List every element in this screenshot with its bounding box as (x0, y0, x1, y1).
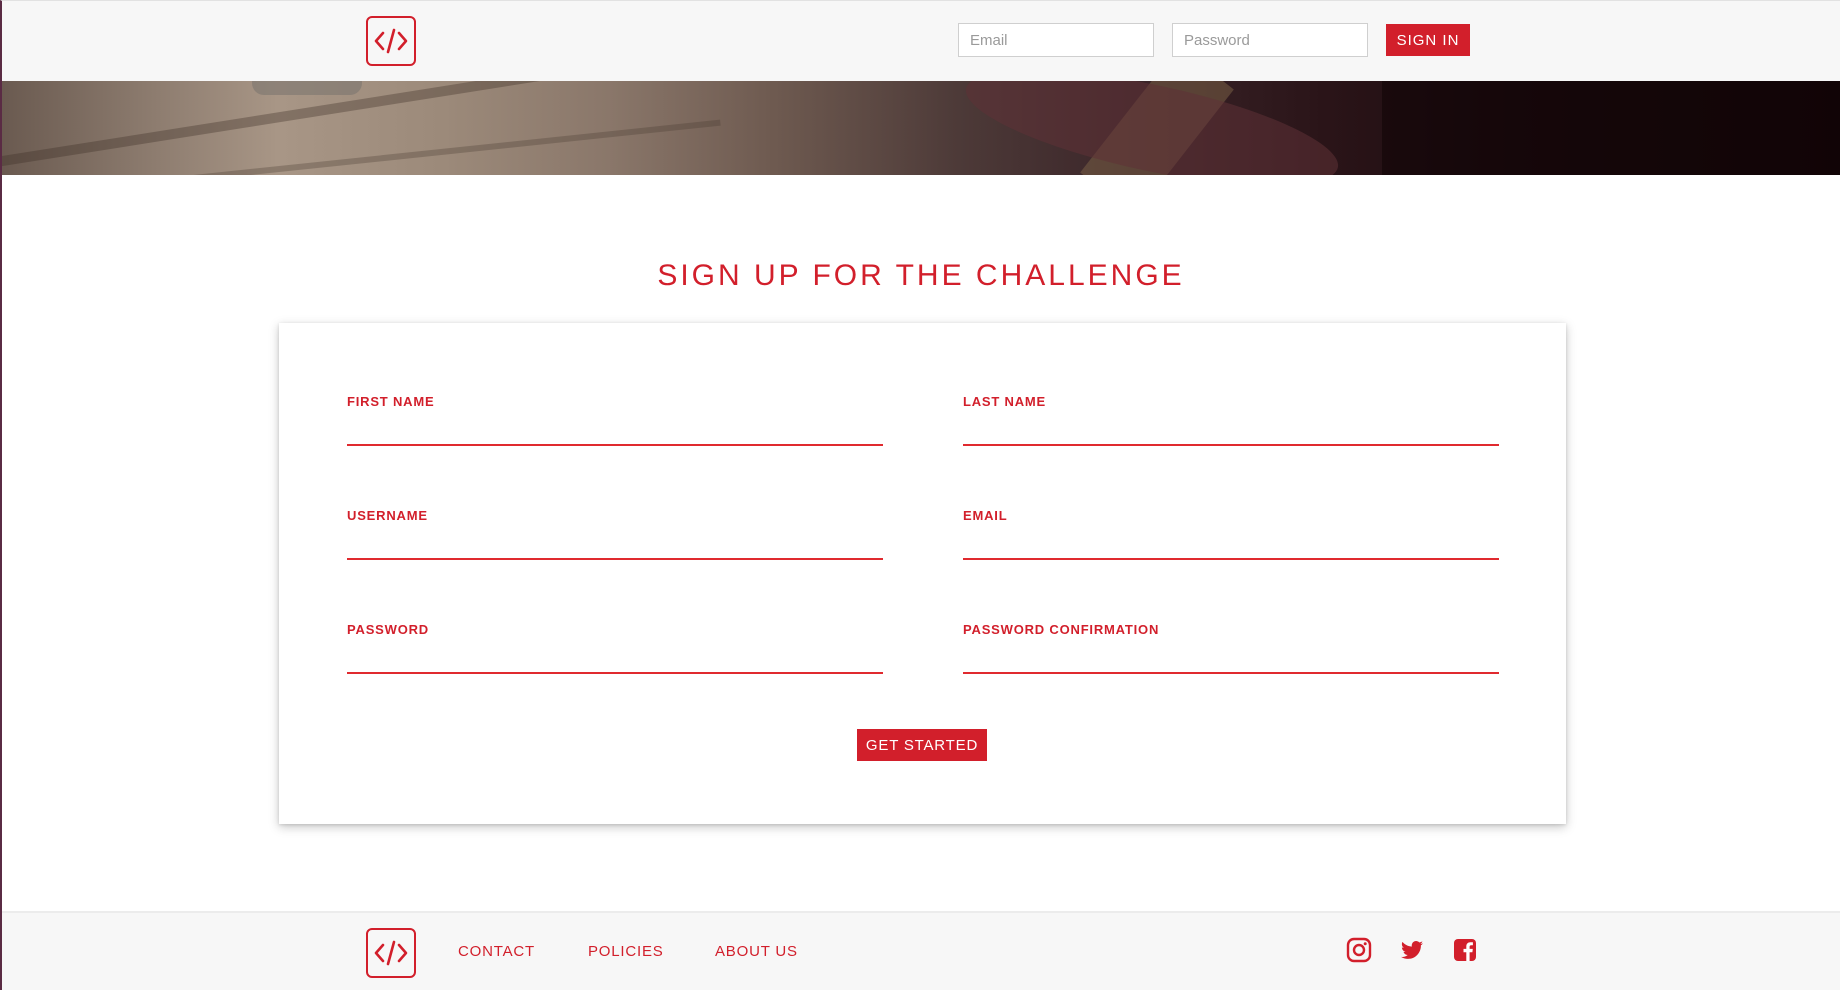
twitter-link[interactable] (1398, 936, 1426, 964)
password-confirmation-field: PASSWORD CONFIRMATION (963, 622, 1499, 682)
last-name-label: LAST NAME (963, 394, 1047, 409)
email-input[interactable] (963, 528, 1499, 560)
signup-form-card: FIRST NAME LAST NAME USERNAME EMAIL PASS… (279, 323, 1566, 824)
facebook-link[interactable] (1451, 936, 1479, 964)
page-title: SIGN UP FOR THE CHALLENGE (657, 259, 1185, 292)
instagram-icon (1346, 937, 1372, 963)
hero-shadow (1382, 81, 1840, 175)
signin-email-input[interactable] (958, 23, 1154, 57)
last-name-input[interactable] (963, 414, 1499, 446)
top-navbar: SIGN IN (2, 1, 1840, 81)
password-input[interactable] (347, 642, 883, 674)
footer: CONTACT POLICIES ABOUT US (2, 911, 1840, 990)
get-started-button[interactable]: GET STARTED (857, 729, 987, 761)
username-label: USERNAME (347, 508, 428, 523)
footer-link-about-us[interactable]: ABOUT US (715, 943, 798, 960)
instagram-link[interactable] (1345, 936, 1373, 964)
password-label: PASSWORD (347, 622, 429, 637)
password-confirmation-label: PASSWORD CONFIRMATION (963, 622, 1160, 637)
sign-in-button[interactable]: SIGN IN (1386, 24, 1470, 56)
facebook-icon (1454, 939, 1476, 961)
email-field: EMAIL (963, 508, 1499, 568)
footer-link-contact[interactable]: CONTACT (458, 943, 535, 960)
footer-link-policies[interactable]: POLICIES (588, 943, 664, 960)
code-brackets-icon (374, 28, 408, 54)
first-name-input[interactable] (347, 414, 883, 446)
page: SIGN IN SIGN UP FOR THE CHALLENGE FIRST … (0, 0, 1840, 990)
username-field: USERNAME (347, 508, 883, 568)
twitter-icon (1401, 941, 1423, 959)
hero-cup (252, 81, 362, 95)
username-input[interactable] (347, 528, 883, 560)
last-name-field: LAST NAME (963, 394, 1499, 454)
first-name-label: FIRST NAME (347, 394, 435, 409)
hero-sleeve (957, 81, 1347, 175)
first-name-field: FIRST NAME (347, 394, 883, 454)
password-field: PASSWORD (347, 622, 883, 682)
password-confirmation-input[interactable] (963, 642, 1499, 674)
email-label: EMAIL (963, 508, 1008, 523)
home-logo[interactable] (366, 16, 416, 66)
footer-logo[interactable] (366, 928, 416, 978)
hero-banner-image (2, 81, 1840, 175)
code-brackets-icon (374, 940, 408, 966)
signin-password-input[interactable] (1172, 23, 1368, 57)
